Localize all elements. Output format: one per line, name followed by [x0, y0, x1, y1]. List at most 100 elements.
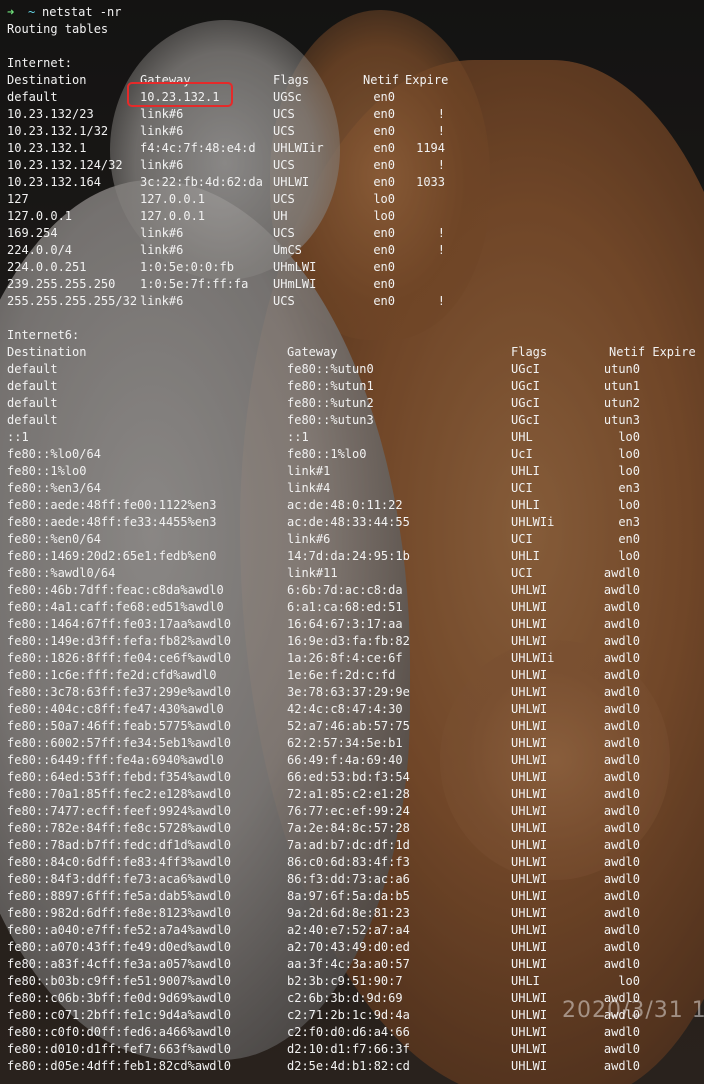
route-netif: utun2 [603, 396, 640, 410]
route-netif: utun1 [603, 379, 640, 393]
inet6-route-row: fe80::84f3:ddff:fe73:aca6%awdl0 86:f3:dd:… [7, 871, 700, 888]
route-flags: UHLWI [511, 753, 548, 767]
route-netif: awdl0 [603, 685, 640, 699]
route-destination: fe80::84f3:ddff:fe73:aca6%awdl0 [7, 872, 231, 886]
route-flags: UHLI [511, 549, 540, 563]
route-netif: lo0 [373, 209, 395, 223]
route-netif: awdl0 [603, 804, 640, 818]
route-flags: UHLWI [511, 583, 548, 597]
route-netif: awdl0 [603, 889, 640, 903]
route-flags: UHLWI [511, 1008, 548, 1022]
terminal-output[interactable]: ➜ ~ netstat -nr Routing tables Internet:… [7, 4, 700, 1075]
route-destination: 169.254 [7, 226, 58, 240]
route-flags: UHLWI [511, 1025, 548, 1039]
route-destination: 10.23.132.164 [7, 175, 101, 189]
route-destination: fe80::4a1:caff:fe68:ed51%awdl0 [7, 600, 224, 614]
inet6-route-row: fe80::c0f0:d0ff:fed6:a466%awdl0 c2:f0:d0:… [7, 1024, 700, 1041]
route-gateway: link#6 [140, 158, 184, 172]
route-gateway: 86:f3:dd:73:ac:a6 [287, 872, 410, 886]
route-destination: fe80::64ed:53ff:febd:f354%awdl0 [7, 770, 231, 784]
inet-route-row: 127 127.0.0.1 UCS lo0 [7, 191, 700, 208]
route-netif: en0 [373, 260, 395, 274]
route-gateway: 3c:22:fb:4d:62:da [140, 175, 263, 189]
route-flags: UCS [273, 294, 295, 308]
route-destination: fe80::1469:20d2:65e1:fedb%en0 [7, 549, 217, 563]
inet6-route-row: fe80::1%lo0 link#1 UHLI lo0 [7, 463, 700, 480]
route-flags: UHLWI [511, 804, 548, 818]
route-gateway: aa:3f:4c:3a:a0:57 [287, 957, 410, 971]
route-destination: fe80::d010:d1ff:fef7:663f%awdl0 [7, 1042, 231, 1056]
inet6-header-destination: Destination [7, 345, 87, 359]
route-destination: fe80::6002:57ff:fe34:5eb1%awdl0 [7, 736, 231, 750]
route-expire: 1194 [416, 141, 445, 155]
inet6-route-row: fe80::aede:48ff:fe33:4455%en3 ac:de:48:33… [7, 514, 700, 531]
route-destination: 127.0.0.1 [7, 209, 73, 223]
route-flags: UCS [273, 192, 295, 206]
route-gateway: link#6 [287, 532, 331, 546]
route-destination: default [7, 396, 58, 410]
inet6-route-row: fe80::3c78:63ff:fe37:299e%awdl0 3e:78:63:… [7, 684, 700, 701]
inet6-route-row: ::1::1 UHL lo0 [7, 429, 700, 446]
route-flags: UHLWIir [273, 141, 324, 155]
route-flags: UHLWI [273, 175, 310, 189]
route-netif: en0 [373, 124, 395, 138]
route-destination: fe80::a070:43ff:fe49:d0ed%awdl0 [7, 940, 231, 954]
inet-route-row: 255.255.255.255/32 link#6 UCS en0! [7, 293, 700, 310]
inet6-route-row: fe80::404c:c8ff:fe47:430%awdl0 42:4c:c8:4… [7, 701, 700, 718]
route-destination: fe80::7477:ecff:feef:9924%awdl0 [7, 804, 231, 818]
route-netif: en0 [373, 90, 395, 104]
route-gateway: link#6 [140, 124, 184, 138]
route-netif: awdl0 [603, 821, 640, 835]
default-gateway-highlight-box [127, 82, 233, 107]
route-destination: fe80::a040:e7ff:fe52:a7a4%awdl0 [7, 923, 231, 937]
route-gateway: 1:0:5e:7f:ff:fa [140, 277, 249, 291]
route-gateway: 66:49:f:4a:69:40 [287, 753, 403, 767]
inet6-route-row: fe80::70a1:85ff:fec2:e128%awdl0 72:a1:85:… [7, 786, 700, 803]
inet6-section-title: Internet6: [7, 328, 80, 342]
route-flags: UCS [273, 107, 295, 121]
route-gateway: b2:3b:c9:51:90:7 [287, 974, 403, 988]
route-netif: en0 [373, 107, 395, 121]
inet6-route-row: fe80::782e:84ff:fe8c:5728%awdl0 7a:2e:84:… [7, 820, 700, 837]
route-flags: UGcI [511, 362, 540, 376]
inet6-routes-table: default fe80::%utun0 UGcI utun0 default fe80:… [7, 361, 700, 1075]
route-flags: UHLWIi [511, 651, 555, 665]
route-gateway: link#6 [140, 107, 184, 121]
route-flags: UCS [273, 124, 295, 138]
route-gateway: d2:5e:4d:b1:82:cd [287, 1059, 410, 1073]
inet6-route-row: fe80::1826:8fff:fe04:ce6f%awdl0 1a:26:8f:… [7, 650, 700, 667]
route-netif: en0 [373, 141, 395, 155]
inet6-route-row: fe80::78ad:b7ff:fedc:df1d%awdl0 7a:ad:b7:… [7, 837, 700, 854]
route-flags: UHLWI [511, 940, 548, 954]
route-netif: awdl0 [603, 787, 640, 801]
route-flags: UmCS [273, 243, 302, 257]
prompt-cwd: ~ [28, 5, 36, 19]
route-netif: lo0 [618, 974, 640, 988]
route-netif: awdl0 [603, 719, 640, 733]
route-destination: fe80::50a7:46ff:feab:5775%awdl0 [7, 719, 231, 733]
route-gateway: 8a:97:6f:5a:da:b5 [287, 889, 410, 903]
route-destination: fe80::%en3/64 [7, 481, 101, 495]
route-netif: awdl0 [603, 855, 640, 869]
route-gateway: ac:de:48:33:44:55 [287, 515, 410, 529]
route-gateway: c2:6b:3b:d:9d:69 [287, 991, 403, 1005]
route-gateway: 9a:2d:6d:8e:81:23 [287, 906, 410, 920]
route-destination: fe80::1%lo0 [7, 464, 87, 478]
route-netif: lo0 [618, 498, 640, 512]
route-expire: ! [437, 226, 445, 240]
route-gateway: fe80::%utun3 [287, 413, 374, 427]
command-text: netstat -nr [42, 5, 122, 19]
route-netif: awdl0 [603, 600, 640, 614]
route-flags: UHLWI [511, 702, 548, 716]
route-netif: en0 [373, 243, 395, 257]
inet6-route-row: default fe80::%utun1 UGcI utun1 [7, 378, 700, 395]
inet-header-row: Destination Gateway Flags Netif Expire [7, 72, 700, 89]
route-destination: 10.23.132.124/32 [7, 158, 123, 172]
route-destination: default [7, 90, 58, 104]
route-destination: ::1 [7, 430, 29, 444]
route-flags: UHLWI [511, 668, 548, 682]
route-destination: fe80::aede:48ff:fe33:4455%en3 [7, 515, 217, 529]
route-netif: en3 [618, 481, 640, 495]
inet6-route-row: fe80::a040:e7ff:fe52:a7a4%awdl0 a2:40:e7:… [7, 922, 700, 939]
route-netif: awdl0 [603, 906, 640, 920]
